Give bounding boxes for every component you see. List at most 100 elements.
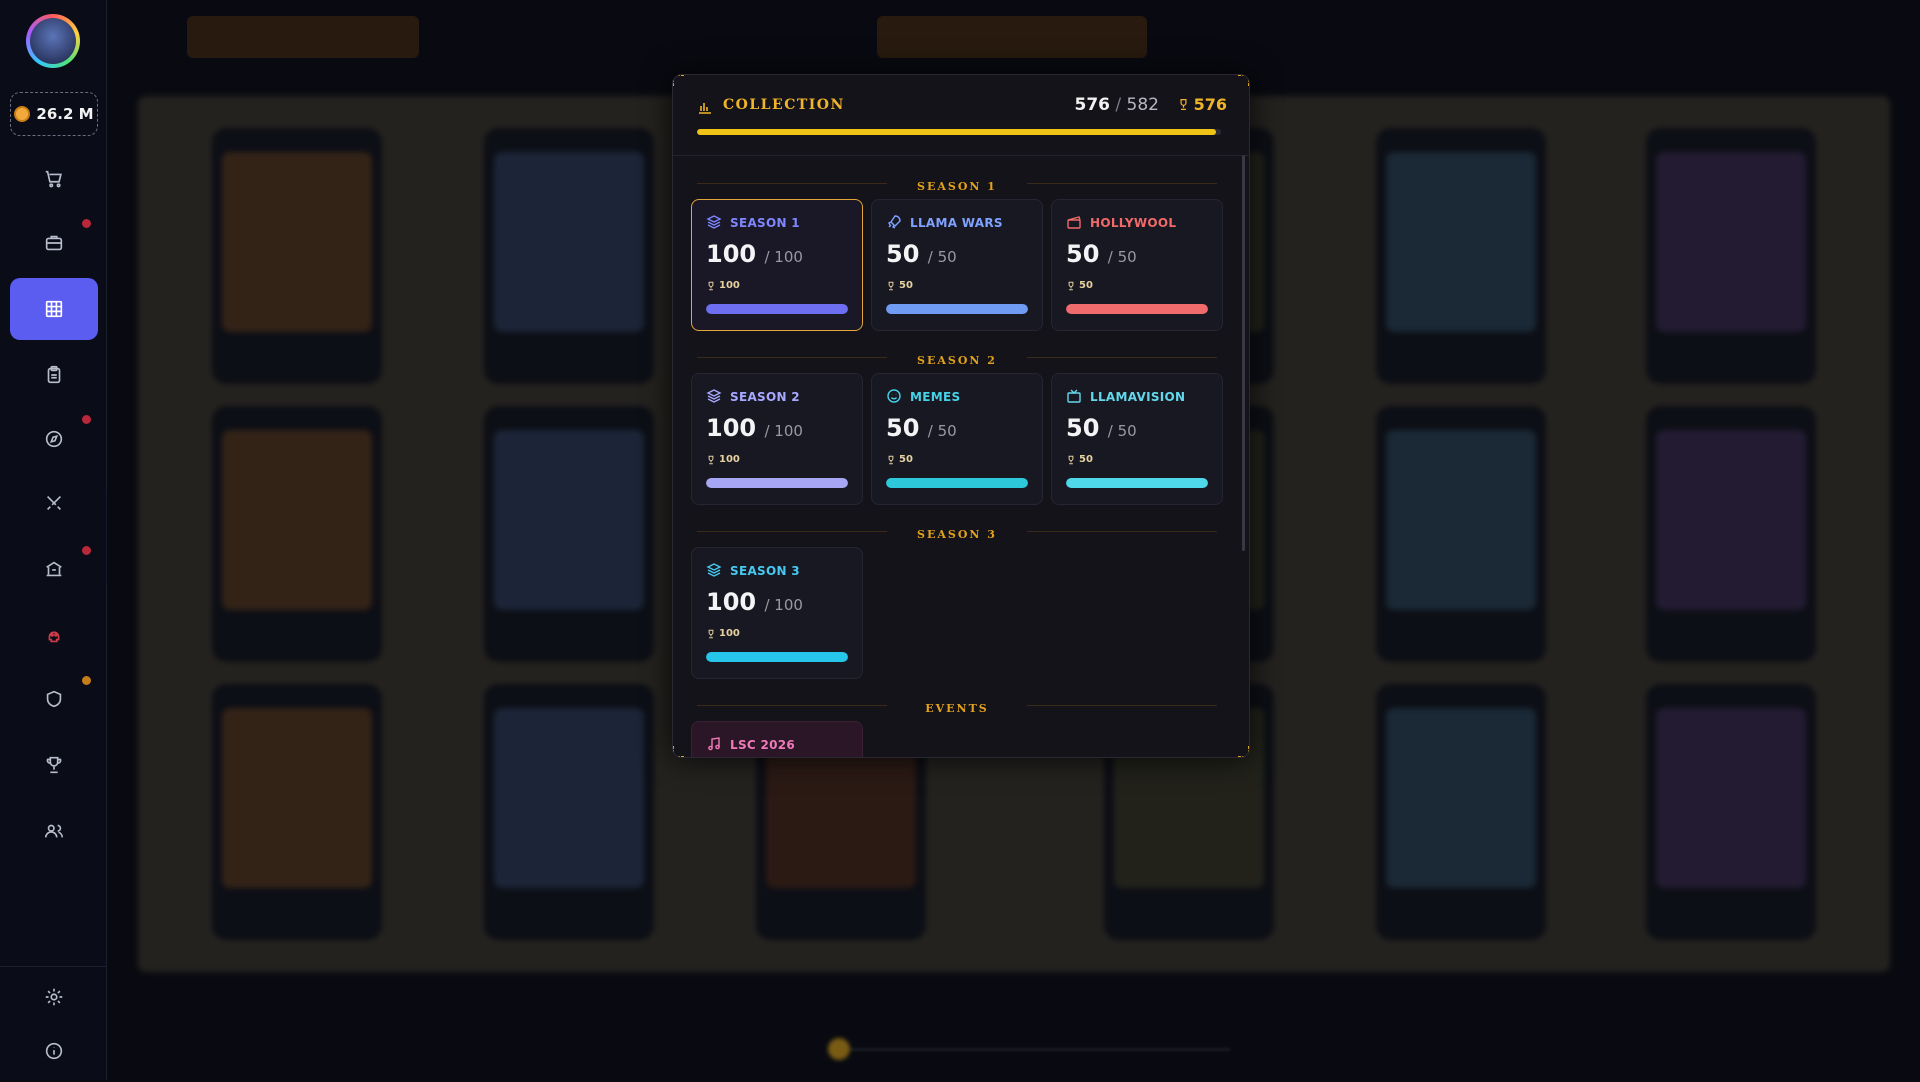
tile-max: / 50 (927, 422, 957, 440)
tile-progress-fill (886, 304, 1028, 314)
tile-progress-bar (706, 304, 848, 314)
collection-tile[interactable]: SEASON 3 100 / 100 100 (691, 547, 863, 679)
tile-progress-bar (1066, 304, 1208, 314)
nav-leaderboard[interactable] (10, 734, 98, 796)
clapper-icon (1067, 216, 1081, 229)
tile-progress-fill (1066, 304, 1208, 314)
collection-tile[interactable]: SEASON 1 100 / 100 100 (691, 199, 863, 331)
smile-icon (887, 389, 901, 403)
section-header: EVENTS (697, 697, 1217, 716)
collection-tile[interactable]: LLAMA WARS 50 / 50 50 (871, 199, 1043, 331)
tile-name: LLAMA WARS (910, 216, 1003, 230)
trophy-count-value: 576 (1193, 95, 1227, 114)
section-label: SEASON 2 (917, 354, 997, 367)
tile-count: 100 / 100 (706, 588, 803, 616)
collection-progress-fill (697, 129, 1216, 135)
collection-modal: COLLECTION 576 / 582 576 SEASON 1 SEASON… (672, 74, 1250, 758)
nav-battle[interactable] (10, 472, 98, 534)
coin-balance[interactable]: 26.2 M (10, 92, 98, 136)
tile-trophy-value: 50 (899, 454, 913, 465)
tile-progress-bar (886, 478, 1028, 488)
briefcase-icon (45, 235, 63, 251)
tile-progress-fill (706, 478, 848, 488)
compass-icon (45, 430, 63, 448)
tile-trophy: 50 (1066, 454, 1093, 465)
bar-chart-icon (699, 103, 711, 114)
collection-tile[interactable]: HOLLYWOOL 50 / 50 50 (1051, 199, 1223, 331)
collection-tile[interactable]: MEMES 50 / 50 50 (871, 373, 1043, 505)
tile-owned: 50 (886, 414, 920, 442)
notification-dot (82, 676, 91, 685)
tile-trophy: 50 (886, 280, 913, 291)
gear-icon (45, 988, 63, 1006)
tile-owned: 50 (1066, 414, 1100, 442)
nav-quests[interactable] (10, 344, 98, 406)
tile-trophy: 100 (706, 454, 740, 465)
tile-max: / 50 (1107, 248, 1137, 266)
tile-trophy-value: 100 (719, 280, 740, 291)
trophy-icon (888, 281, 894, 290)
trophy-icon (1068, 455, 1074, 464)
grid-icon (45, 300, 63, 318)
tile-trophy: 50 (886, 454, 913, 465)
tile-owned: 100 (706, 588, 757, 616)
scrollbar[interactable] (1242, 155, 1245, 551)
clipboard-icon (47, 365, 61, 384)
tile-owned: 50 (886, 240, 920, 268)
trophy-icon (708, 455, 714, 464)
bank-icon (46, 561, 62, 577)
collection-tile[interactable]: SEASON 2 100 / 100 100 (691, 373, 863, 505)
notification-dot (82, 546, 91, 555)
tile-name: SEASON 2 (730, 390, 800, 404)
nav-friends[interactable] (10, 800, 98, 862)
trophy-icon (1068, 281, 1074, 290)
tile-trophy-value: 100 (719, 454, 740, 465)
tile-count: 100 / 100 (706, 240, 803, 268)
tile-progress-bar (886, 304, 1028, 314)
collection-tile[interactable]: LLAMAVISION 50 / 50 50 (1051, 373, 1223, 505)
trophy-icon (1180, 99, 1187, 110)
collection-tile[interactable]: LSC 2026 (691, 721, 863, 757)
tile-count: 100 / 100 (706, 414, 803, 442)
nav-collection[interactable] (10, 278, 98, 340)
cart-icon (45, 170, 62, 188)
tile-name: HOLLYWOOL (1090, 216, 1177, 230)
tile-owned: 100 (706, 414, 757, 442)
tile-trophy-value: 50 (1079, 280, 1093, 291)
tile-count: 50 / 50 (886, 414, 957, 442)
collection-progress-bar (697, 129, 1221, 135)
coin-icon (14, 106, 31, 122)
tile-progress-fill (1066, 478, 1208, 488)
nav-info[interactable] (10, 1020, 98, 1082)
collection-count: 576 / 582 (1074, 95, 1160, 115)
sidebar: 26.2 M (0, 0, 107, 1080)
corner-decoration (673, 746, 684, 757)
tile-progress-bar (706, 478, 848, 488)
section-label: SEASON 1 (917, 180, 997, 193)
nav-raid[interactable] (10, 604, 98, 666)
tile-max: / 50 (1107, 422, 1137, 440)
users-icon (44, 824, 64, 838)
music-icon (708, 737, 720, 751)
tile-progress-fill (706, 304, 848, 314)
collection-header: COLLECTION 576 / 582 576 (673, 75, 1249, 156)
tile-trophy-value: 50 (899, 280, 913, 291)
trophy-icon (888, 455, 894, 464)
avatar[interactable] (26, 14, 80, 68)
tile-max: / 100 (764, 596, 803, 614)
tile-max: / 100 (764, 422, 803, 440)
section-label: EVENTS (925, 702, 989, 715)
tile-trophy-value: 100 (719, 628, 740, 639)
trophy-icon (46, 756, 62, 774)
tile-progress-bar (1066, 478, 1208, 488)
section-header: SEASON 3 (697, 523, 1217, 542)
trophy-icon (708, 281, 714, 290)
tile-max: / 50 (927, 248, 957, 266)
nav-settings[interactable] (10, 966, 98, 1028)
nav-shop[interactable] (10, 148, 98, 210)
owned-count: 576 (1074, 95, 1111, 115)
tile-progress-bar (706, 652, 848, 662)
skull-icon (48, 631, 60, 643)
tile-trophy-value: 50 (1079, 454, 1093, 465)
notification-dot (82, 415, 91, 424)
